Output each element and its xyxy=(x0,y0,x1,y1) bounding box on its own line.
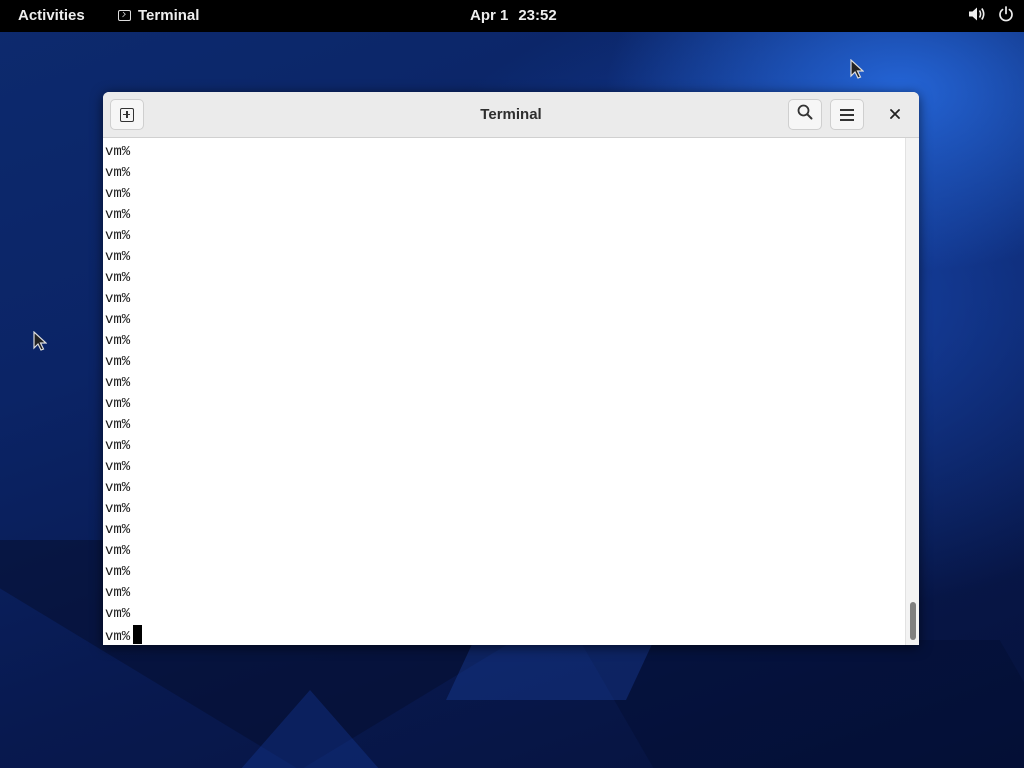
terminal-window: Terminal vm% vm% vm% vm% vm% vm% vm% vm%… xyxy=(103,92,919,645)
new-tab-button[interactable] xyxy=(110,99,144,130)
terminal-line: vm% xyxy=(105,438,131,454)
power-icon xyxy=(998,6,1014,26)
terminal-output-area[interactable]: vm% vm% vm% vm% vm% vm% vm% vm% vm% vm% vm% vm% vm% v… xyxy=(103,138,905,645)
terminal-prompt: vm% xyxy=(105,629,131,645)
terminal-line: vm% xyxy=(105,291,131,307)
terminal-line: vm% xyxy=(105,207,131,223)
terminal-line: vm% xyxy=(105,165,131,181)
close-icon xyxy=(890,106,900,124)
wallpaper-shape xyxy=(240,690,380,768)
search-icon xyxy=(797,104,813,125)
scrollbar-thumb[interactable] xyxy=(910,602,916,640)
volume-icon xyxy=(968,6,986,26)
terminal-prompt-line: vm% xyxy=(105,625,143,645)
terminal-lines: vm% vm% vm% vm% vm% vm% vm% vm% vm% vm% vm% vm% vm% v… xyxy=(105,142,143,645)
terminal-line: vm% xyxy=(105,375,131,391)
hamburger-menu-icon xyxy=(840,108,854,121)
terminal-line: vm% xyxy=(105,354,131,370)
close-button[interactable] xyxy=(878,99,912,130)
wallpaper-shape xyxy=(446,640,654,700)
terminal-line: vm% xyxy=(105,522,131,538)
terminal-cursor xyxy=(133,625,143,644)
terminal-line: vm% xyxy=(105,480,131,496)
terminal-line: vm% xyxy=(105,186,131,202)
terminal-line: vm% xyxy=(105,543,131,559)
top-bar: Activities Terminal Apr 1 23:52 xyxy=(0,0,1024,32)
app-menu-button[interactable]: Terminal xyxy=(110,4,207,27)
system-menu-button[interactable] xyxy=(968,6,1014,26)
terminal-line: vm% xyxy=(105,228,131,244)
terminal-line: vm% xyxy=(105,585,131,601)
search-button[interactable] xyxy=(788,99,822,130)
terminal-line: vm% xyxy=(105,501,131,517)
terminal-line: vm% xyxy=(105,564,131,580)
terminal-line: vm% xyxy=(105,459,131,475)
main-menu-button[interactable] xyxy=(830,99,864,130)
terminal-line: vm% xyxy=(105,417,131,433)
app-menu-label: Terminal xyxy=(138,7,200,24)
terminal-line: vm% xyxy=(105,606,131,622)
terminal-line: vm% xyxy=(105,396,131,412)
terminal-line: vm% xyxy=(105,270,131,286)
terminal-scrollbar[interactable] xyxy=(905,138,919,645)
terminal-line: vm% xyxy=(105,312,131,328)
terminal-line: vm% xyxy=(105,144,131,160)
window-headerbar: Terminal xyxy=(103,92,919,138)
terminal-line: vm% xyxy=(105,249,131,265)
clock-date: Apr 1 xyxy=(470,7,509,24)
clock-time: 23:52 xyxy=(518,7,557,24)
activities-button[interactable]: Activities xyxy=(8,4,95,27)
new-tab-icon xyxy=(120,107,134,122)
terminal-app-icon xyxy=(118,10,131,21)
terminal-line: vm% xyxy=(105,333,131,349)
clock-button[interactable]: Apr 1 23:52 xyxy=(462,4,565,27)
